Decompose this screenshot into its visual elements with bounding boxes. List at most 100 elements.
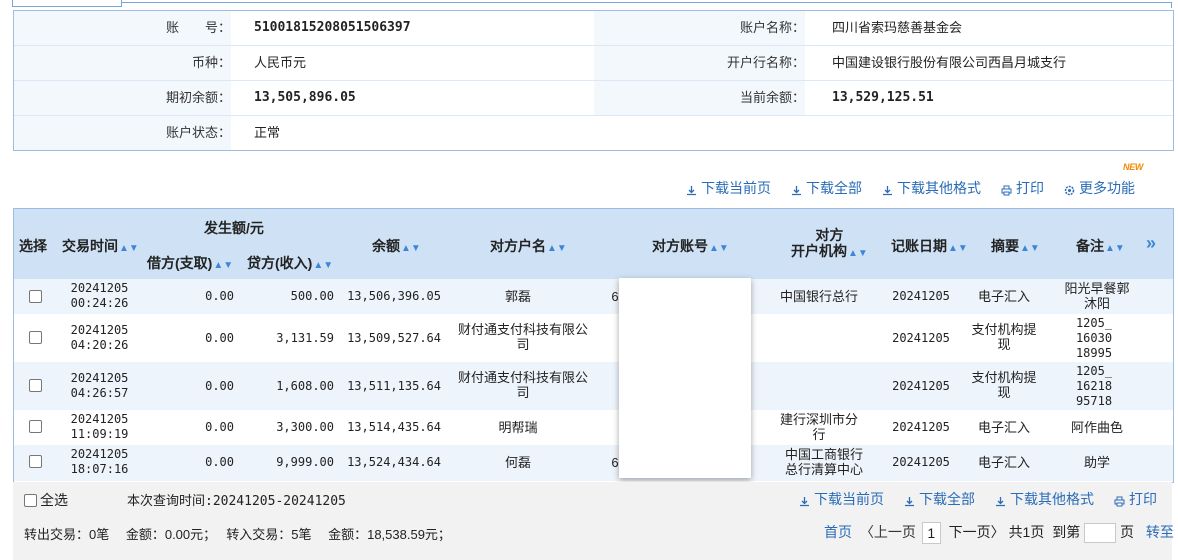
row-counterparty-bank: 中国工商银行 总行清算中心	[784, 447, 863, 477]
current-balance-value: 13,529,125.51	[832, 90, 934, 105]
row-checkbox[interactable]	[29, 455, 42, 468]
row-debit: 0.00	[205, 420, 234, 434]
pagination: 首页 〈上一页 1 下一页〉 共1页 到第 页 转至	[824, 522, 1174, 545]
download-other-label: 下载其他格式	[1010, 491, 1094, 507]
gear-icon	[1064, 183, 1075, 195]
table-row: 20241205 18:07:16 0.00 9,999.00 13,524,43…	[14, 445, 1173, 481]
printer-icon	[1114, 494, 1125, 506]
col-amount-group: 发生额/元	[204, 220, 264, 236]
row-balance: 13,509,527.64	[347, 331, 441, 345]
row-balance: 13,506,396.05	[347, 289, 441, 303]
total-pages: 共1页	[1008, 524, 1045, 540]
select-all[interactable]: 全选	[24, 490, 68, 510]
col-counterparty-bank[interactable]: 对方 开户机构▲▼	[791, 227, 868, 262]
row-credit: 9,999.00	[276, 455, 334, 469]
row-counterparty-name: 郭磊	[504, 289, 531, 304]
row-credit: 500.00	[290, 289, 334, 303]
row-debit: 0.00	[205, 455, 234, 469]
row-remark: 1205_ 16218 95718	[1075, 364, 1113, 408]
row-checkbox[interactable]	[29, 331, 42, 344]
currency-value: 人民币元	[254, 55, 307, 70]
row-datetime: 20241205 04:26:57	[70, 371, 129, 400]
transfer-summary: 转出交易：0笔 金额：0.00元； 转入交易：5笔 金额：18,538.59元；	[24, 527, 451, 542]
query-time: 本次查询时间:20241205-20241205	[127, 494, 346, 509]
row-credit: 1,608.00	[276, 379, 334, 393]
col-balance[interactable]: 余额▲▼	[372, 236, 421, 256]
download-icon	[995, 494, 1006, 506]
row-datetime: 20241205 00:24:26	[70, 281, 129, 310]
prev-page-link[interactable]: 〈上一页	[860, 524, 916, 540]
more-functions-link[interactable]: 更多功能	[1064, 178, 1135, 198]
row-remark: 1205_ 16030 18995	[1075, 316, 1113, 360]
current-balance-label: 当前余额：	[594, 81, 805, 115]
sort-icon: ▲▼	[948, 243, 968, 254]
account-name-value: 四川省索玛慈善基金会	[832, 20, 963, 35]
row-post-date: 20241205	[892, 289, 950, 303]
col-summary[interactable]: 摘要▲▼	[991, 236, 1040, 256]
row-post-date: 20241205	[892, 420, 950, 434]
currency-label: 币种：	[14, 46, 231, 80]
table-row: 20241205 04:26:57 0.00 1,608.00 13,511,13…	[14, 362, 1173, 410]
col-remark[interactable]: 备注▲▼	[1076, 236, 1125, 256]
account-name-label: 账户名称：	[594, 11, 805, 45]
download-all-link[interactable]: 下载全部	[791, 178, 862, 198]
select-all-checkbox[interactable]	[24, 493, 37, 507]
download-all-label: 下载全部	[919, 491, 975, 507]
col-counterparty-name[interactable]: 对方户名▲▼	[490, 236, 567, 256]
print-link[interactable]: 打印	[1114, 489, 1157, 509]
row-summary: 电子汇入	[977, 420, 1030, 435]
top-toolbar: 下载当前页 下载全部 下载其他格式 打印 更多功能	[686, 178, 1135, 198]
download-current-link[interactable]: 下载当前页	[686, 178, 771, 198]
col-time[interactable]: 交易时间▲▼	[62, 236, 139, 256]
opening-balance-value: 13,505,896.05	[254, 90, 356, 105]
col-counterparty-account[interactable]: 对方账号▲▼	[652, 236, 729, 256]
expand-columns-icon[interactable]: »	[1146, 233, 1156, 254]
row-counterparty-bank: 中国银行总行	[779, 289, 858, 304]
download-current-link[interactable]: 下载当前页	[799, 489, 884, 509]
active-tab[interactable]	[12, 0, 122, 7]
row-counterparty-name: 财付通支付科技有限公司	[457, 322, 588, 352]
row-checkbox[interactable]	[29, 290, 42, 303]
bank-name-label: 开户行名称：	[594, 46, 805, 80]
row-debit: 0.00	[205, 331, 234, 345]
col-select: 选择	[19, 238, 47, 254]
download-other-label: 下载其他格式	[897, 180, 981, 196]
table-footer: 全选 本次查询时间:20241205-20241205 下载当前页 下载全部 下…	[13, 482, 1174, 560]
account-info-panel: 账 号： 51001815208051506397 账户名称： 四川省索玛慈善基…	[13, 10, 1174, 151]
account-no-value: 51001815208051506397	[254, 20, 411, 35]
print-link[interactable]: 打印	[1001, 178, 1044, 198]
page-unit-label: 页	[1120, 524, 1135, 540]
goto-label: 到第	[1052, 524, 1081, 540]
download-all-link[interactable]: 下载全部	[904, 489, 975, 509]
col-debit[interactable]: 借方(支取)▲▼	[147, 253, 233, 273]
table-header: 选择 交易时间▲▼ 发生额/元 借方(支取)▲▼ 贷方(收入)▲▼ 余额▲▼ 对…	[14, 209, 1173, 279]
next-page-link[interactable]: 下一页〉	[949, 524, 1005, 540]
row-counterparty-name: 财付通支付科技有限公司	[457, 370, 588, 400]
printer-icon	[1001, 183, 1012, 195]
row-checkbox[interactable]	[29, 420, 42, 433]
row-balance: 13,524,434.64	[347, 455, 441, 469]
row-post-date: 20241205	[892, 379, 950, 393]
sort-icon: ▲▼	[709, 243, 729, 254]
bottom-toolbar: 下载当前页 下载全部 下载其他格式 打印	[799, 489, 1157, 509]
download-icon	[882, 183, 893, 195]
first-page-link[interactable]: 首页	[824, 524, 852, 540]
sort-icon: ▲▼	[547, 243, 567, 254]
download-icon	[799, 494, 810, 506]
row-summary: 支付机构提现	[971, 370, 1037, 400]
goto-page-input[interactable]	[1084, 523, 1117, 544]
download-current-label: 下载当前页	[701, 180, 771, 196]
row-remark: 助学	[1083, 455, 1110, 470]
col-post-date[interactable]: 记账日期▲▼	[891, 236, 968, 256]
col-credit[interactable]: 贷方(收入)▲▼	[247, 253, 333, 273]
row-checkbox[interactable]	[29, 379, 42, 392]
sort-icon: ▲▼	[313, 260, 334, 271]
print-label: 打印	[1016, 180, 1044, 196]
download-icon	[791, 183, 802, 195]
print-label: 打印	[1129, 491, 1157, 507]
row-counterparty-bank: 建行深圳市分行	[779, 412, 858, 442]
sort-icon: ▲▼	[401, 243, 421, 254]
download-other-link[interactable]: 下载其他格式	[995, 489, 1094, 509]
download-other-link[interactable]: 下载其他格式	[882, 178, 981, 198]
goto-button[interactable]: 转至	[1146, 524, 1174, 540]
